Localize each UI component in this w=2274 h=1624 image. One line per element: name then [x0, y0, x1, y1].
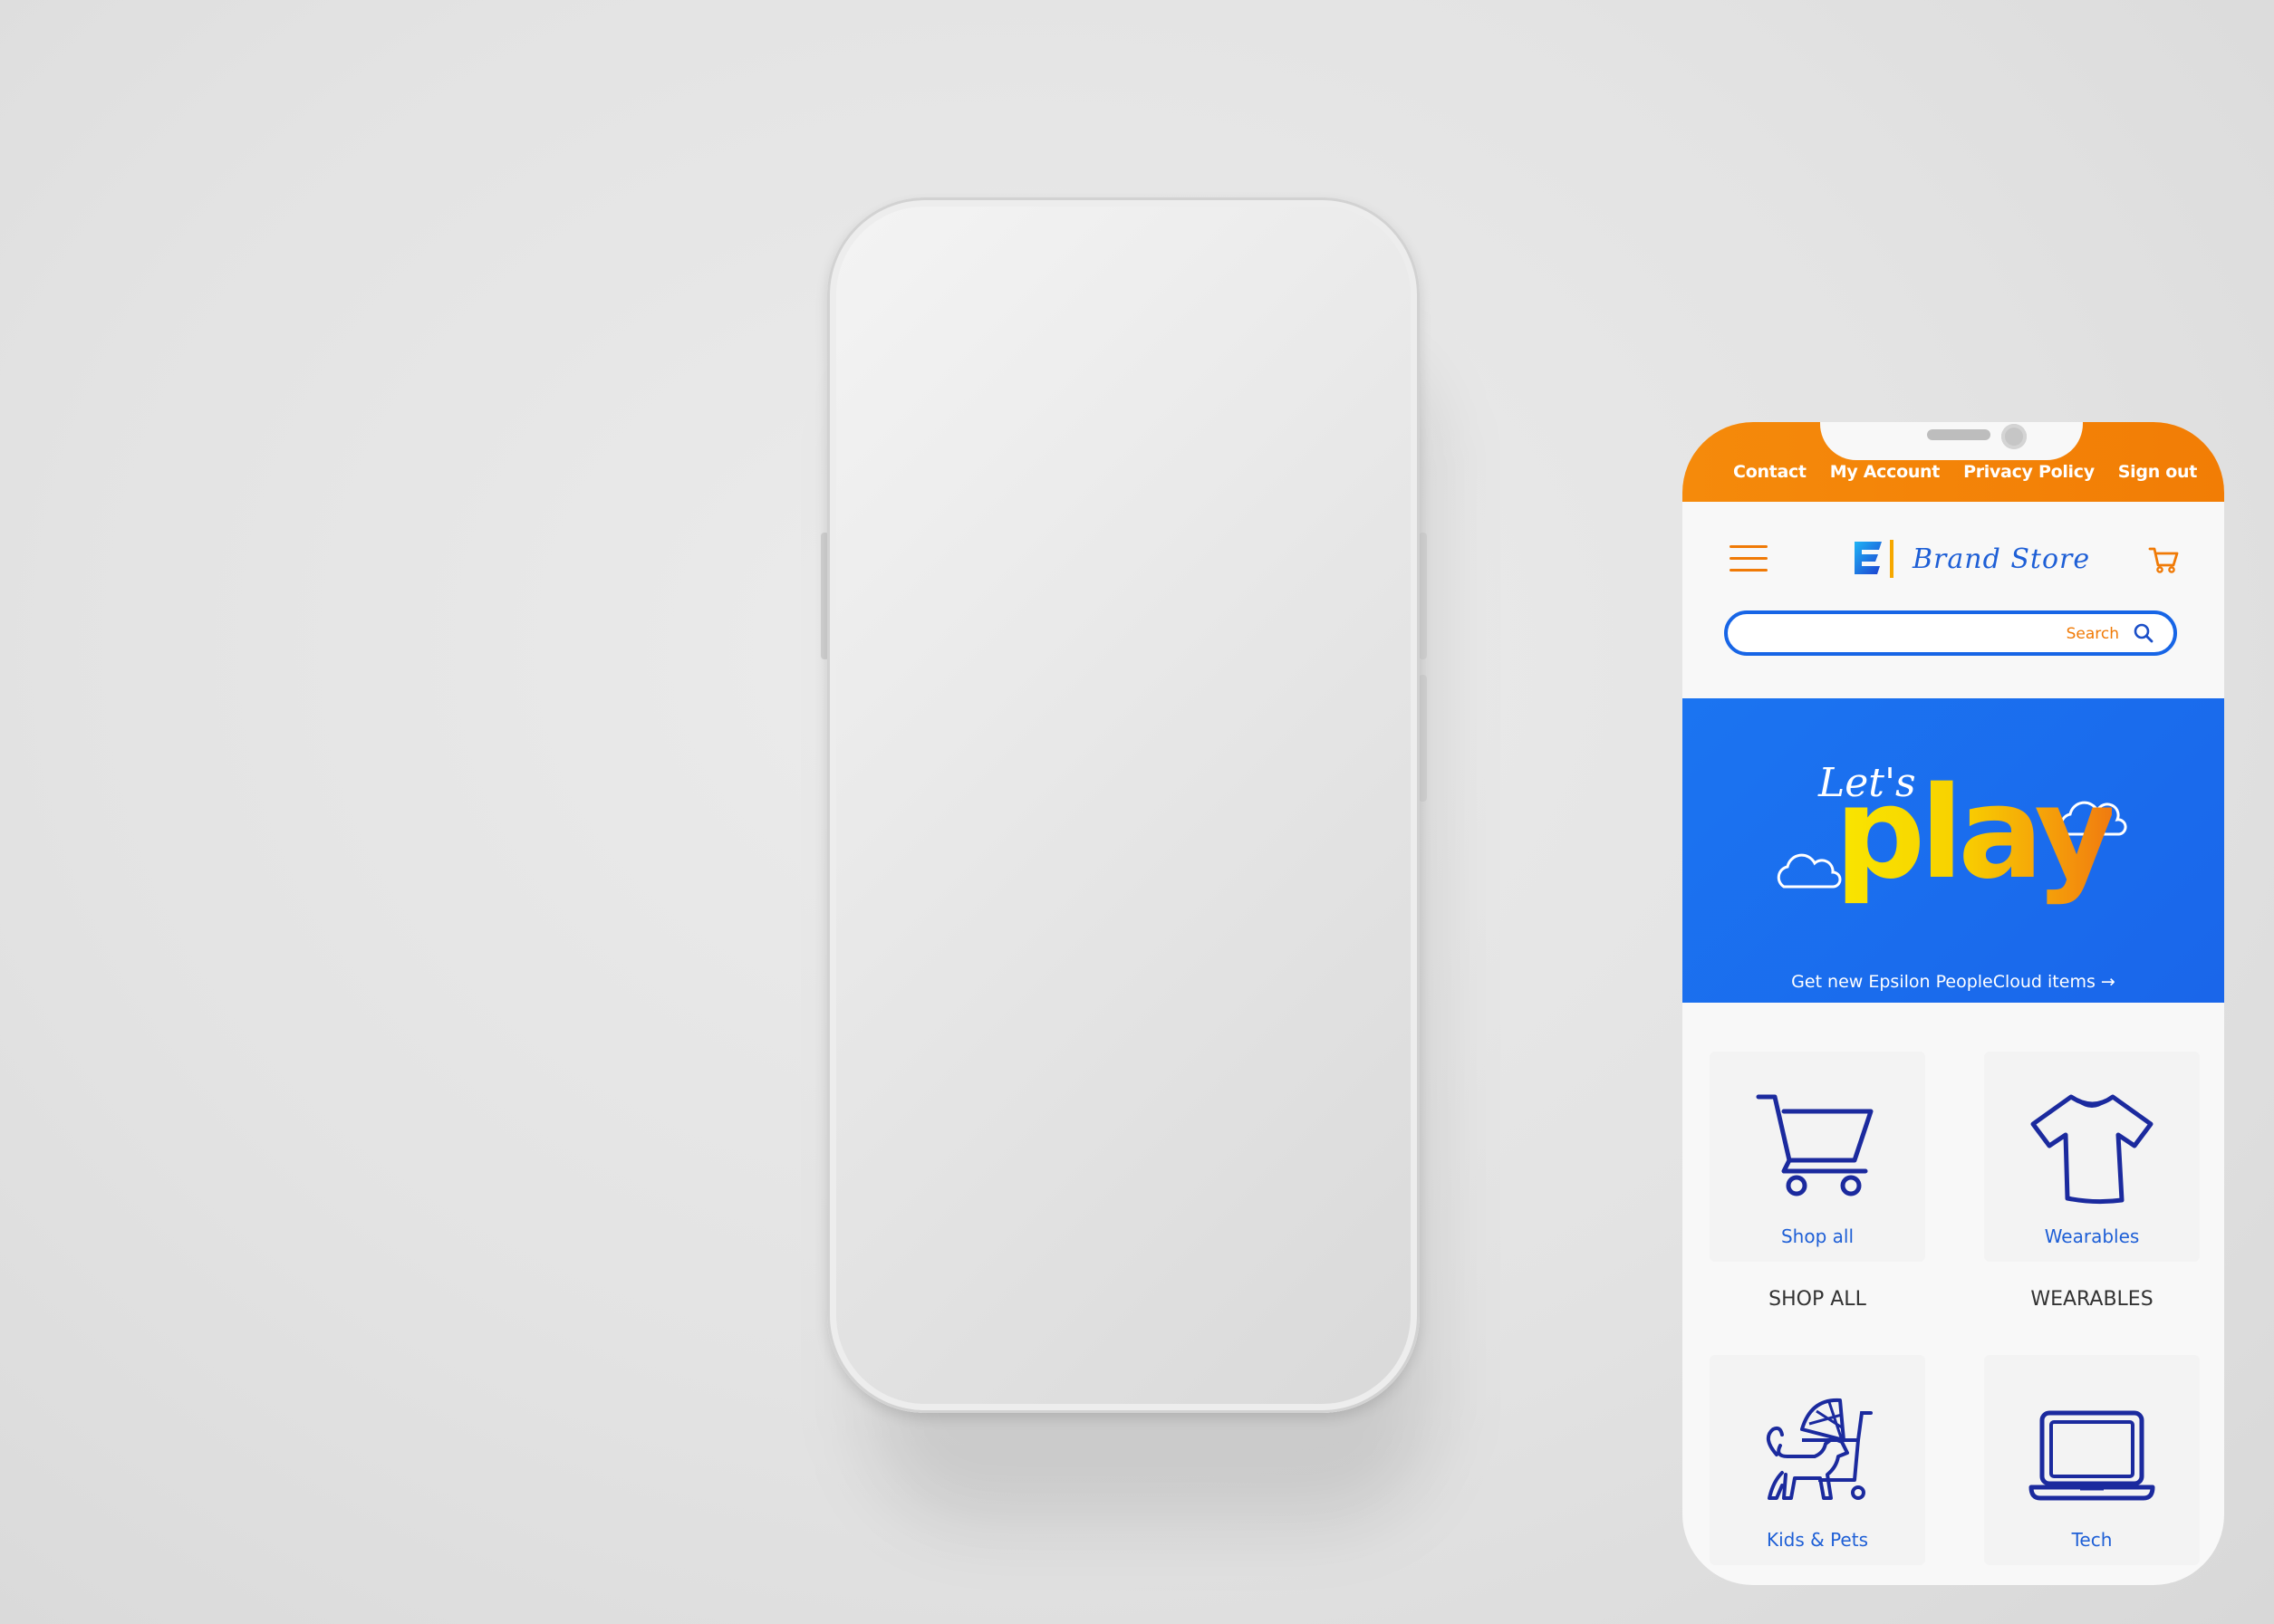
- category-label: Kids & Pets: [1766, 1529, 1868, 1551]
- category-tile-tech[interactable]: Tech: [1984, 1355, 2200, 1565]
- logo-text: Brand Store: [1913, 543, 2091, 575]
- category-tile-wearables[interactable]: Wearables: [1984, 1052, 2200, 1262]
- nav-link-privacy-policy[interactable]: Privacy Policy: [1963, 462, 2095, 482]
- nav-link-contact[interactable]: Contact: [1733, 462, 1807, 482]
- category-caption-shop-all[interactable]: SHOP ALL: [1710, 1288, 1925, 1311]
- shopping-cart-icon: [1756, 1094, 1874, 1196]
- phone-notch: [1820, 422, 2083, 460]
- tshirt-icon: [2030, 1094, 2154, 1205]
- category-label: Tech: [2071, 1529, 2113, 1551]
- top-nav-links: Contact My Account Privacy Policy Sign o…: [1733, 462, 2197, 482]
- logo-e-icon: [1855, 540, 1893, 578]
- search-input[interactable]: Search: [1724, 610, 2177, 656]
- side-button-upper: [1419, 533, 1427, 659]
- search-placeholder: Search: [2066, 625, 2119, 643]
- category-tile-shop-all[interactable]: Shop all: [1710, 1052, 1925, 1262]
- menu-icon[interactable]: [1730, 545, 1768, 574]
- category-label: Shop all: [1780, 1225, 1855, 1247]
- category-caption-wearables[interactable]: WEARABLES: [1984, 1288, 2200, 1311]
- cart-icon[interactable]: [2146, 542, 2182, 578]
- phone-frame: Contact My Account Privacy Policy Sign o…: [827, 197, 2224, 1585]
- hero-cta-link[interactable]: Get new Epsilon PeopleCloud items →: [1682, 972, 2224, 992]
- nav-link-sign-out[interactable]: Sign out: [2118, 462, 2198, 482]
- hero-banner[interactable]: Let's play Get new Epsilon PeopleCloud i…: [1682, 698, 2224, 1003]
- phone-screen: Contact My Account Privacy Policy Sign o…: [1682, 422, 2224, 1585]
- speaker-grille: [1927, 429, 1990, 440]
- hero-play-text: play: [1835, 760, 2117, 908]
- brand-logo[interactable]: Brand Store: [1847, 533, 2089, 587]
- category-label: Wearables: [2044, 1225, 2140, 1247]
- laptop-icon: [2028, 1410, 2155, 1501]
- search-icon[interactable]: [2132, 621, 2155, 645]
- side-button-lower: [1419, 675, 1427, 802]
- stroller-dog-icon: [1766, 1398, 1873, 1500]
- category-tile-kids-pets[interactable]: Kids & Pets: [1710, 1355, 1925, 1565]
- nav-link-my-account[interactable]: My Account: [1830, 462, 1941, 482]
- front-camera: [2001, 424, 2027, 449]
